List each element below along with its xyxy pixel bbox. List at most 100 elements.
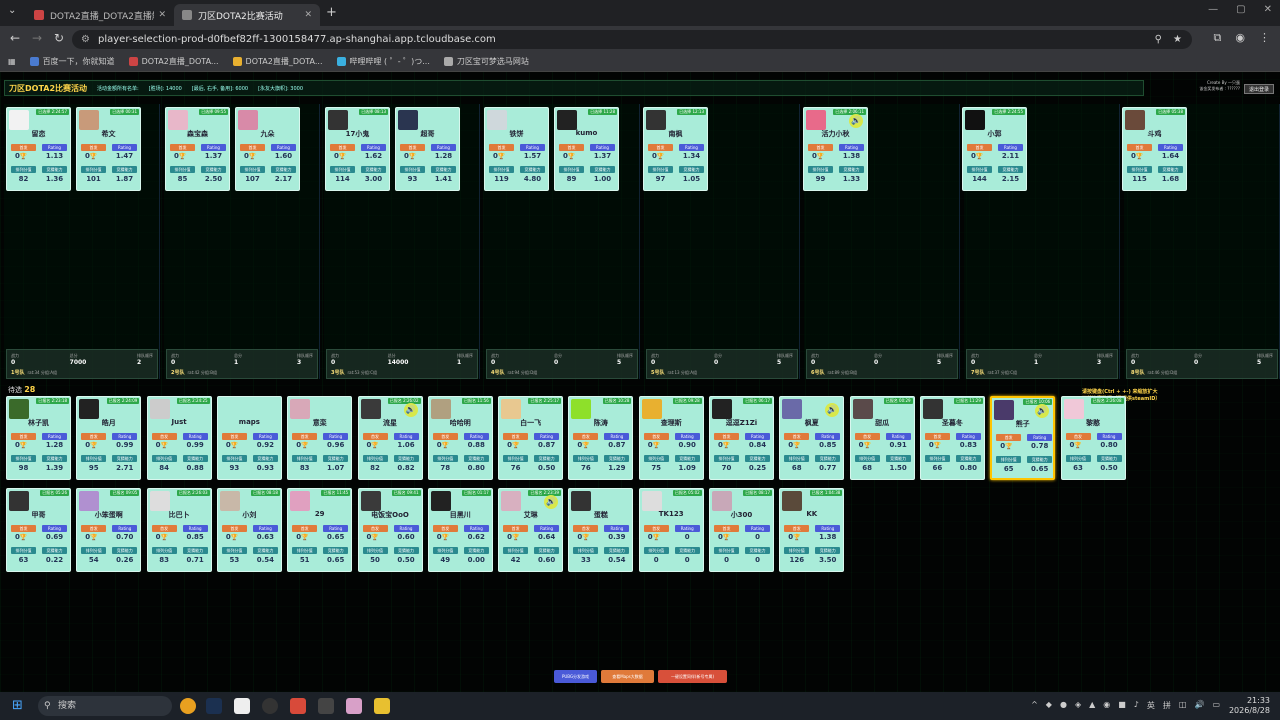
close-tab-icon[interactable]: ✕ [304, 10, 312, 20]
tray-app-icon[interactable]: ◈ [1075, 700, 1081, 711]
team-player-card[interactable]: 已选择 12:13 南枫 首发 Rating 0🏆 1.34 排列分值 竞猜能力 97 1.05 [643, 107, 708, 191]
pool-player-card[interactable]: 已报名 10:28 陈涛 首发 Rating 0🏆 0.87 排列分值 竞猜能力 76 1.29 [568, 396, 634, 480]
pool-player-card[interactable]: 意栾 首发 Rating 0🏆 0.96 排列分值 竞猜能力 83 1.07 [287, 396, 353, 480]
pool-player-card[interactable]: 已报名 06:17 逗逗Z1Zi 首发 Rating 0🏆 0.84 排列分值 竞猜能力 70 0… [709, 396, 774, 480]
pool-player-card[interactable]: 已报名 01:17 目黑川 首发 Rating 0🏆 0.62 排列分值 竞猜能力 49 0.00 [427, 488, 493, 572]
pool-player-card[interactable]: 已报名 09:41 电饭宝OoO 首发 Rating 0🏆 0.60 排列分值 竞猜能力 50 0… [357, 488, 423, 572]
team-player-card[interactable]: 已选择 11:28 kumo 首发 Rating 0🏆 1.37 排列分值 竞猜能力 89 1.0… [554, 107, 619, 191]
pool-player-card[interactable]: 已报名 05:02 TK123 首发 Rating 0🏆 0 排列分值 竞猜能力 0 0 [638, 488, 704, 572]
tray-chevron-icon[interactable]: ^ [1031, 700, 1038, 711]
tray-app-icon[interactable]: ◉ [1103, 700, 1110, 711]
action-button[interactable]: 一键设置同伴(新号专属) [658, 670, 727, 683]
chrome-icon[interactable] [180, 698, 196, 714]
pool-player-card[interactable]: 已报名 1:04:38 KK 首发 Rating 0🏆 1.38 排列分值 竞猜能力 126 3.… [779, 488, 845, 572]
avatar [9, 110, 29, 130]
steam-icon[interactable] [206, 698, 222, 714]
pool-player-card[interactable]: maps 首发 Rating 0🏆 0.92 排列分值 竞猜能力 93 0.93 [216, 396, 282, 480]
team-player-card[interactable]: 超哥 首发 Rating 0🏆 1.28 排列分值 竞猜能力 93 1.41 [395, 107, 460, 191]
team-player-card[interactable]: 已选择 2:06:11 🔊 活力小秋 首发 Rating 0🏆 1.38 排列分值 竞猜能力 99… [803, 107, 868, 191]
pool-player-card[interactable]: 已报名 00:29 甜瓜 首发 Rating 0🏆 0.91 排列分值 竞猜能力 68 1.50 [849, 396, 915, 480]
zoom-icon[interactable]: ⚲ [1155, 30, 1162, 49]
pool-player-card[interactable]: 已报名 08:17 小300 首发 Rating 0🏆 0 排列分值 竞猜能力 0 0 [709, 488, 774, 572]
pool-player-card[interactable]: 蛋糕 首发 Rating 0🏆 0.39 排列分值 竞猜能力 33 0.54 [568, 488, 634, 572]
pool-player-card[interactable]: 已报名 2:25:17 白一飞 首发 Rating 0🏆 0.87 排列分值 竞猜能力 76 0.… [498, 396, 564, 480]
pool-player-card[interactable]: 已报名 08:18 小刘 首发 Rating 0🏆 0.63 排列分值 竞猜能力 53 0.54 [216, 488, 282, 572]
action-button[interactable]: PUBG分发游戏 [554, 670, 597, 683]
clock[interactable]: 21:33 2026/8/28 [1229, 696, 1270, 716]
pool-player-card[interactable]: 已报名 09:05 小笨蛋啊 首发 Rating 0🏆 0.70 排列分值 竞猜能力 54 0.2… [76, 488, 142, 572]
guess-ability-value: 1.41 [434, 175, 453, 183]
extensions-icon[interactable]: ⧉ [1214, 31, 1222, 45]
pool-player-card[interactable]: 已报名 05:26 甲哥 首发 Rating 0🏆 0.69 排列分值 竞猜能力 63 0.22 [6, 488, 71, 572]
tray-app-icon[interactable]: ♪ [1134, 700, 1139, 711]
team-player-card[interactable]: 已选择 2:24:55 小郭 首发 Rating 0🏆 2.11 排列分值 竞猜能力 144 2.… [962, 107, 1027, 191]
tray-app-icon[interactable]: ◆ [1046, 700, 1052, 711]
apps-icon[interactable]: ▦ [8, 57, 16, 66]
app-icon[interactable] [374, 698, 390, 714]
team-player-card[interactable]: 已选择 08:13 17小鬼 首发 Rating 0🏆 1.62 排列分值 竞猜能力 114 3.… [325, 107, 390, 191]
pool-player-card[interactable]: 已报名 11:29 圣暮冬 首发 Rating 0🏆 0.83 排列分值 竞猜能力 66 0.80 [919, 396, 985, 480]
tray-app-icon[interactable]: ■ [1118, 700, 1126, 711]
pool-player-card[interactable]: 已报名 2:26:02 🔊 流星 首发 Rating 0🏆 1.06 排列分值 竞猜能力 82 0.… [357, 396, 423, 480]
reload-icon[interactable]: ↻ [54, 31, 64, 45]
maximize-icon[interactable]: ▢ [1236, 4, 1245, 15]
pool-player-card[interactable]: 已报名 2:24:25 Just 首发 Rating 0🏆 0.99 排列分值 竞猜能力 84 0… [146, 396, 212, 480]
app-icon[interactable] [234, 698, 250, 714]
logout-button[interactable]: 退出登录 [1243, 84, 1274, 94]
back-icon[interactable]: ← [10, 31, 20, 45]
pool-player-card[interactable]: 🔊 枫夏 首发 Rating 0🏆 0.85 排列分值 竞猜能力 68 0.77 [779, 396, 845, 480]
minimize-icon[interactable]: — [1208, 4, 1218, 15]
avatar [219, 491, 240, 511]
network-icon[interactable]: ◫ [1179, 700, 1187, 711]
bookmark-item[interactable]: 百度一下，你就知道 [29, 56, 115, 67]
new-tab-icon[interactable]: + [326, 5, 337, 20]
close-window-icon[interactable]: ✕ [1264, 4, 1272, 15]
team-player-card[interactable]: 铁饼 首发 Rating 0🏆 1.57 排列分值 竞猜能力 119 4.80 [484, 107, 549, 191]
bookmark-item[interactable]: 哔哩哔哩 ( ゜- ゜)つ... [336, 56, 430, 67]
team-player-card[interactable]: 已选择 2:24:57 留恋 首发 Rating 0🏆 1.13 排列分值 竞猜能力 82 1.3… [6, 107, 71, 191]
battery-icon[interactable]: ▭ [1212, 700, 1220, 711]
ime-mode[interactable]: 英 [1147, 700, 1155, 711]
team-player-card[interactable]: 已选择 00:31 希文 首发 Rating 0🏆 1.47 排列分值 竞猜能力 101 1.87 [76, 107, 141, 191]
app-icon[interactable] [346, 698, 362, 714]
close-tab-icon[interactable]: ✕ [158, 10, 166, 20]
pool-player-card[interactable]: 已报名 11:45 29 首发 Rating 0🏆 0.65 排列分值 竞猜能力 51 0.65 [287, 488, 353, 572]
pool-player-card[interactable]: 已报名 2:23:18 林子凯 首发 Rating 0🏆 1.28 排列分值 竞猜能力 98 1.… [6, 396, 71, 480]
team-player-card[interactable]: 已选择 09:55 森宝森 首发 Rating 0🏆 1.37 排列分值 竞猜能力 85 2.50 [165, 107, 230, 191]
start-value: 0🏆 [577, 533, 589, 541]
pool-player-card[interactable]: 已报名 2:24:09 皓月 首发 Rating 0🏆 0.99 排列分值 竞猜能力 95 2.7… [76, 396, 142, 480]
profile-icon[interactable]: ◉ [1235, 31, 1245, 45]
app-icon[interactable] [290, 698, 306, 714]
tray-app-icon[interactable]: ▲ [1089, 700, 1095, 711]
pool-player-card[interactable]: 已报名 11:56 哈哈明 首发 Rating 0🏆 0.88 排列分值 竞猜能力 78 0.80 [427, 396, 493, 480]
browser-tab[interactable]: DOTA2直播_DOTA2直播解说视 ✕ [26, 4, 174, 26]
forward-icon[interactable]: → [32, 31, 42, 45]
guess-ability-value: 0.60 [537, 556, 556, 564]
bookmark-star-icon[interactable]: ★ [1173, 30, 1182, 49]
windows-start-icon[interactable]: ⊞ [12, 699, 26, 713]
app-icon[interactable] [262, 698, 278, 714]
browser-tab-active[interactable]: 刀区DOTA2比赛活动 ✕ [174, 4, 320, 26]
tray-app-icon[interactable]: ● [1060, 700, 1067, 711]
pool-player-card[interactable]: 已报名 2:23:39 🔊 艾琳 首发 Rating 0🏆 0.64 排列分值 竞猜能力 42 0.… [498, 488, 564, 572]
bookmark-item[interactable]: 刀区宝可梦选马网站 [443, 56, 529, 67]
rating-value: 1.28 [45, 441, 64, 449]
pool-player-card[interactable]: 已报名 10:06 🔊 熊子 首发 Rating 0🏆 0.78 排列分值 竞猜能力 65 0.65 [990, 396, 1056, 480]
pool-player-card[interactable]: 已报名 09:28 查理斯 首发 Rating 0🏆 0.90 排列分值 竞猜能力 75 1.09 [638, 396, 704, 480]
tab-search-icon[interactable]: ⌄ [8, 5, 16, 16]
action-button[interactable]: 查看Maps大数据 [601, 670, 654, 683]
menu-icon[interactable]: ⋮ [1259, 31, 1270, 45]
bookmark-item[interactable]: DOTA2直播_DOTA... [128, 56, 219, 67]
site-info-icon[interactable]: ⚙ [81, 30, 90, 49]
start-value: 0🏆 [563, 152, 575, 160]
ime-mode[interactable]: 拼 [1163, 700, 1171, 711]
url-bar[interactable]: ⚙ player-selection-prod-d0fbef82ff-13001… [72, 30, 1192, 49]
bookmark-item[interactable]: DOTA2直播_DOTA... [232, 56, 323, 67]
volume-icon[interactable]: 🔊 [1194, 700, 1204, 711]
team-player-card[interactable]: 九朵 首发 Rating 0🏆 1.60 排列分值 竞猜能力 107 2.17 [235, 107, 300, 191]
team-player-card[interactable]: 已选择 05:38 斗鸡 首发 Rating 0🏆 1.64 排列分值 竞猜能力 115 1.68 [1122, 107, 1187, 191]
pool-player-card[interactable]: 已报名 2:26:03 比巴卜 首发 Rating 0🏆 0.85 排列分值 竞猜能力 83 0.… [146, 488, 212, 572]
taskbar-search[interactable]: ⚲ 搜索 [38, 696, 172, 716]
pool-player-card[interactable]: 已报名 2:26:08 黎憨 首发 Rating 0🏆 0.80 排列分值 竞猜能力 63 0.5… [1060, 396, 1126, 480]
app-icon[interactable] [318, 698, 334, 714]
